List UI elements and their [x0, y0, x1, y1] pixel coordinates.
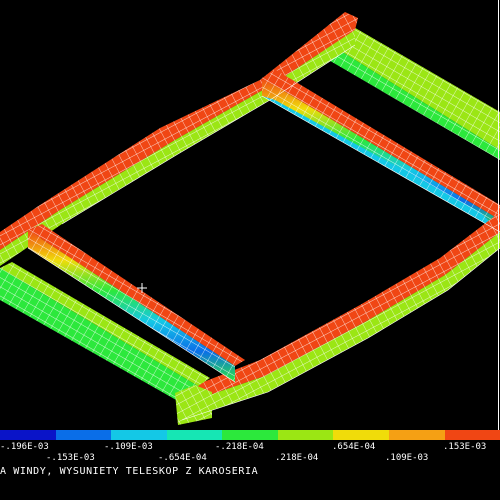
legend-tick-label: -.196E-03	[0, 442, 49, 452]
legend-swatch	[55, 430, 112, 440]
legend-tick-label: -.109E-03	[104, 442, 153, 452]
legend-tick-label: .218E-04	[275, 453, 319, 463]
legend-tick-label: .153E-03	[443, 442, 487, 452]
legend-swatch	[388, 430, 445, 440]
front-end-cap	[175, 385, 212, 425]
legend-tick-label: .109E-03	[385, 453, 429, 463]
legend-swatch	[222, 430, 278, 440]
plot-caption: A WINDY, WYSUNIETY TELESKOP Z KAROSERIA	[0, 466, 259, 477]
front-cross-beam	[175, 212, 500, 420]
legend-tick-label: -.654E-04	[158, 453, 207, 463]
back-cross-beam	[0, 12, 358, 266]
legend-swatch	[333, 430, 389, 440]
legend-swatch	[0, 430, 56, 440]
cross-cursor-icon	[137, 283, 147, 293]
legend-swatch	[444, 430, 500, 440]
legend-tick-label: -.153E-03	[46, 453, 95, 463]
legend-tick-label: .654E-04	[332, 442, 376, 452]
model-viewport	[0, 12, 500, 425]
legend-tick-label: -.218E-04	[215, 442, 264, 452]
legend-swatch	[111, 430, 167, 440]
legend-swatch	[166, 430, 223, 440]
contour-legend-bar	[0, 430, 500, 440]
legend-swatch	[277, 430, 334, 440]
